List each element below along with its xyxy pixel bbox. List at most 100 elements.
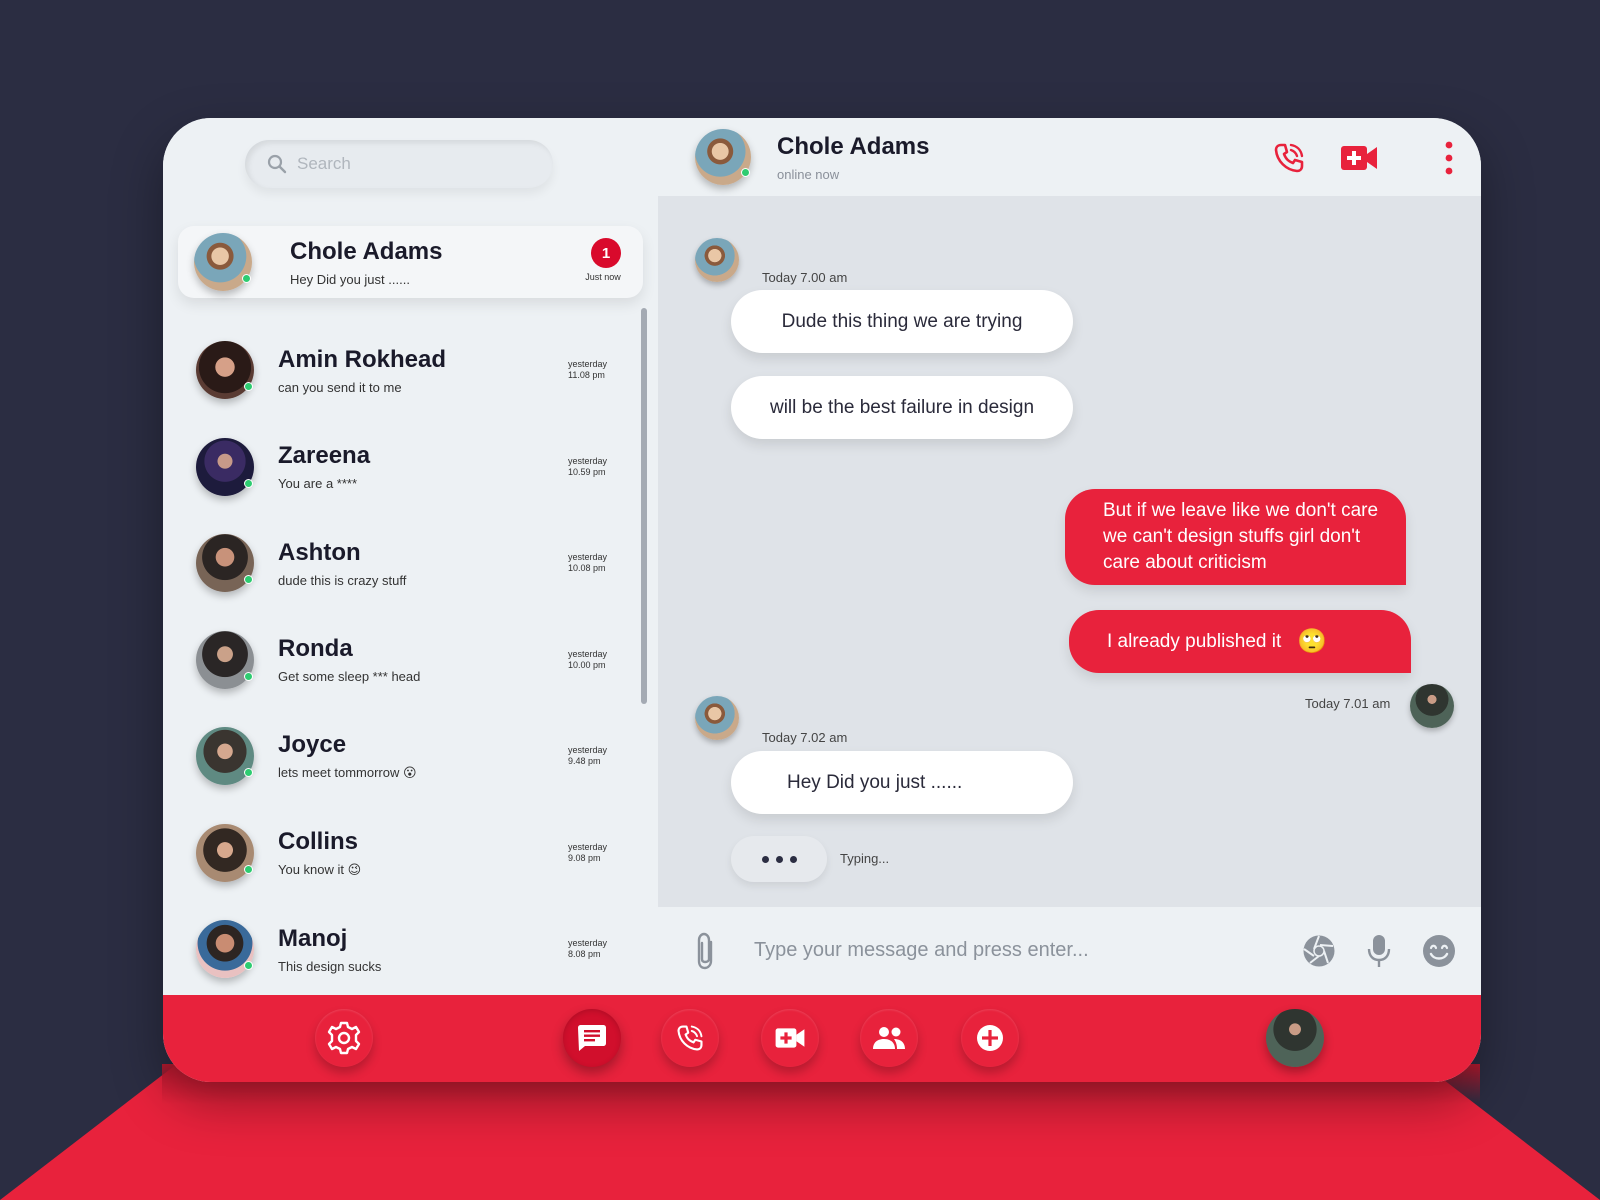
contact-text: Manoj This design sucks xyxy=(278,925,381,974)
contact-item-ashton[interactable]: Ashton dude this is crazy stuff yesterda… xyxy=(163,515,658,612)
contact-item-zareena[interactable]: Zareena You are a **** yesterday 10.59 pm xyxy=(163,419,658,516)
video-tab-button[interactable] xyxy=(761,1009,819,1067)
chats-tab-button[interactable] xyxy=(563,1009,621,1067)
contact-last-message: Hey Did you just ...... xyxy=(290,271,410,287)
message-thread: Today 7.00 am Dude this thing we are try… xyxy=(658,196,1481,907)
typing-dot xyxy=(775,855,783,863)
contact-text: Ronda Get some sleep *** head xyxy=(278,635,420,684)
attach-button[interactable] xyxy=(690,929,722,973)
message-timestamp: Today 7.01 am xyxy=(1305,696,1391,711)
contact-item-chole-adams[interactable]: Chole Adams Hey Did you just ...... 1 Ju… xyxy=(178,226,643,298)
contact-last-message: can you send it to me xyxy=(278,379,402,395)
contact-name: Chole Adams xyxy=(290,237,443,265)
smiley-icon xyxy=(1423,935,1455,967)
online-indicator xyxy=(244,961,253,971)
new-chat-button[interactable] xyxy=(961,1009,1019,1067)
message-timestamp: Today 7.02 am xyxy=(762,730,848,745)
contact-list-scrollbar[interactable] xyxy=(641,308,647,704)
settings-button[interactable] xyxy=(315,1009,373,1067)
contact-time-clock: 8.08 pm xyxy=(568,949,601,960)
video-camera-icon xyxy=(1341,146,1377,170)
online-indicator xyxy=(244,382,253,392)
contact-name: Zareena xyxy=(278,442,371,470)
emoji-wink: 😉 xyxy=(347,861,362,877)
avatar xyxy=(196,341,254,400)
microphone-icon xyxy=(1367,935,1391,967)
contact-item-ronda[interactable]: Ronda Get some sleep *** head yesterday 1… xyxy=(163,612,658,709)
typing-dot xyxy=(789,855,797,863)
calls-tab-button[interactable] xyxy=(661,1009,719,1067)
contact-time: Just now xyxy=(585,272,621,282)
message-text: I already published it xyxy=(1107,630,1282,652)
message-bubble-outgoing: But if we leave like we don't care we ca… xyxy=(1065,489,1406,585)
online-indicator xyxy=(741,168,750,177)
camera-shutter-icon xyxy=(1303,935,1335,967)
message-bubble-incoming: Hey Did you just ...... xyxy=(731,751,1073,814)
message-bubble-incoming: will be the best failure in design xyxy=(731,376,1073,439)
message-avatar-self xyxy=(1410,684,1454,728)
contact-list: Chole Adams Hey Did you just ...... 1 Ju… xyxy=(163,226,658,998)
message-avatar xyxy=(695,696,739,740)
contact-item-amin-rokhead[interactable]: Amin Rokhead can you send it to me yeste… xyxy=(163,322,658,419)
online-indicator xyxy=(244,575,253,585)
search-input[interactable] xyxy=(297,154,537,174)
contact-time: yesterday 9.08 pm xyxy=(568,842,616,864)
contact-time: yesterday 10.59 pm xyxy=(568,456,616,478)
video-icon xyxy=(775,1028,805,1048)
contact-item-manoj[interactable]: Manoj This design sucks yesterday 8.08 pm xyxy=(163,901,658,998)
avatar xyxy=(194,233,252,291)
chat-app-window: Chole Adams Hey Did you just ...... 1 Ju… xyxy=(163,118,1481,1082)
message-composer xyxy=(658,907,1481,995)
message-bubble-outgoing: I already published it 🙄 xyxy=(1069,610,1411,673)
typing-indicator xyxy=(731,836,827,882)
message-avatar xyxy=(695,238,739,282)
contact-item-joyce[interactable]: Joyce lets meet tommorrow 😮 yesterday 9.4… xyxy=(163,708,658,805)
contact-text: Zareena You are a **** xyxy=(278,442,370,491)
sidebar: Chole Adams Hey Did you just ...... 1 Ju… xyxy=(163,118,658,995)
contact-last-message-text: You know it xyxy=(278,861,345,877)
contact-item-collins[interactable]: Collins You know it 😉 yesterday 9.08 pm xyxy=(163,805,658,902)
online-indicator xyxy=(244,768,253,778)
online-indicator xyxy=(244,478,253,488)
avatar xyxy=(196,727,254,786)
contacts-tab-button[interactable] xyxy=(860,1009,918,1067)
contact-last-message: Get some sleep *** head xyxy=(278,669,421,685)
paperclip-icon xyxy=(697,932,713,970)
contact-text: Chole Adams Hey Did you just ...... xyxy=(290,238,442,287)
search-icon xyxy=(267,154,287,174)
avatar xyxy=(196,823,254,882)
online-indicator xyxy=(244,864,253,874)
voice-message-button[interactable] xyxy=(1364,933,1394,969)
more-vertical-icon xyxy=(1445,141,1453,175)
chat-avatar[interactable] xyxy=(695,129,751,185)
contact-name: Collins xyxy=(278,827,359,855)
profile-avatar[interactable] xyxy=(1266,1009,1324,1067)
avatar xyxy=(196,437,254,496)
contact-last-message: This design sucks xyxy=(278,958,382,974)
message-bubble-incoming: Dude this thing we are trying xyxy=(731,290,1073,353)
contact-text: Ashton dude this is crazy stuff xyxy=(278,539,406,588)
message-input[interactable] xyxy=(754,935,1254,965)
contact-name: Ashton xyxy=(278,538,361,566)
emoji-button[interactable] xyxy=(1421,933,1457,969)
voice-call-button[interactable] xyxy=(1269,138,1309,178)
contact-name: Manoj xyxy=(278,924,348,952)
contact-time-day: yesterday xyxy=(568,552,608,563)
avatar xyxy=(196,534,254,593)
camera-button[interactable] xyxy=(1301,933,1337,969)
video-call-button[interactable] xyxy=(1339,138,1379,178)
chat-contact-status: online now xyxy=(777,166,840,182)
phone-icon xyxy=(677,1025,703,1051)
more-options-button[interactable] xyxy=(1439,138,1459,178)
chat-header-actions xyxy=(1269,138,1459,178)
typing-dot xyxy=(761,855,769,863)
chat-bubble-icon xyxy=(578,1025,606,1051)
avatar xyxy=(196,920,254,979)
contact-time: yesterday 11.08 pm xyxy=(568,359,616,381)
contact-last-message-text: lets meet tommorrow xyxy=(278,765,400,781)
contact-name: Amin Rokhead xyxy=(278,345,447,373)
contact-time-clock: 10.08 pm xyxy=(568,563,606,574)
search-box[interactable] xyxy=(245,140,553,188)
contact-text: Joyce lets meet tommorrow 😮 xyxy=(278,731,417,781)
contact-last-message: You know it 😉 xyxy=(278,862,361,878)
